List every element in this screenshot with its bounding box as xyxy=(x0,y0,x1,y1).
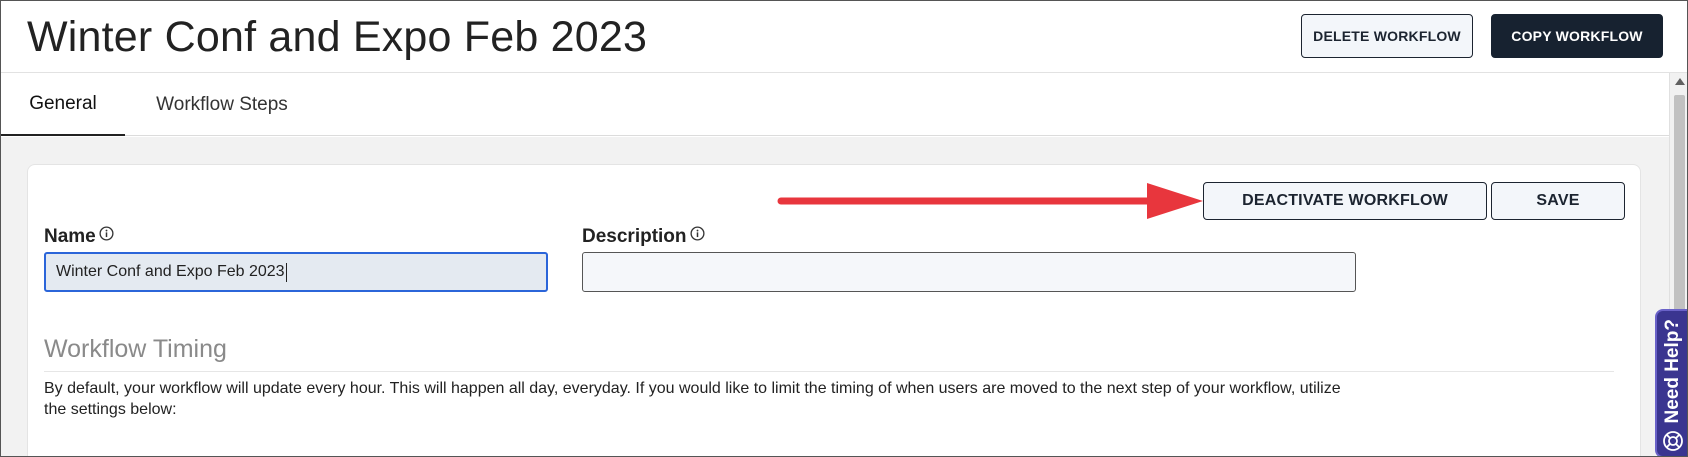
need-help-tab[interactable]: Need Help? xyxy=(1655,309,1687,456)
info-icon[interactable] xyxy=(689,226,705,241)
text-caret xyxy=(285,262,287,282)
app-window: Winter Conf and Expo Feb 2023 DELETE WOR… xyxy=(0,0,1688,457)
need-help-label: Need Help? xyxy=(1662,319,1683,424)
tab-general[interactable]: General xyxy=(1,73,125,136)
deactivate-workflow-button[interactable]: DEACTIVATE WORKFLOW xyxy=(1203,182,1487,220)
tab-bar: General Workflow Steps xyxy=(1,73,1669,136)
delete-workflow-button[interactable]: DELETE WORKFLOW xyxy=(1301,14,1473,58)
section-divider xyxy=(44,371,1614,372)
page-title: Winter Conf and Expo Feb 2023 xyxy=(27,13,648,61)
description-label-text: Description xyxy=(582,226,687,247)
tab-workflow-steps[interactable]: Workflow Steps xyxy=(125,73,319,136)
scroll-up-icon[interactable] xyxy=(1670,73,1688,91)
description-input[interactable] xyxy=(582,252,1356,292)
save-button[interactable]: SAVE xyxy=(1491,182,1625,220)
workflow-timing-description: By default, your workflow will update ev… xyxy=(44,380,1341,418)
copy-workflow-button[interactable]: COPY WORKFLOW xyxy=(1491,14,1663,58)
workflow-timing-title: Workflow Timing xyxy=(44,335,227,363)
description-label: Description xyxy=(582,226,705,248)
lifebuoy-icon xyxy=(1663,430,1683,451)
name-label: Name xyxy=(44,226,114,248)
page-header: Winter Conf and Expo Feb 2023 DELETE WOR… xyxy=(1,1,1687,73)
name-input[interactable]: Winter Conf and Expo Feb 2023 xyxy=(44,252,548,292)
info-icon[interactable] xyxy=(99,226,114,241)
name-input-value: Winter Conf and Expo Feb 2023 xyxy=(56,263,285,280)
annotation-arrow xyxy=(777,183,1203,219)
name-label-text: Name xyxy=(44,226,96,247)
